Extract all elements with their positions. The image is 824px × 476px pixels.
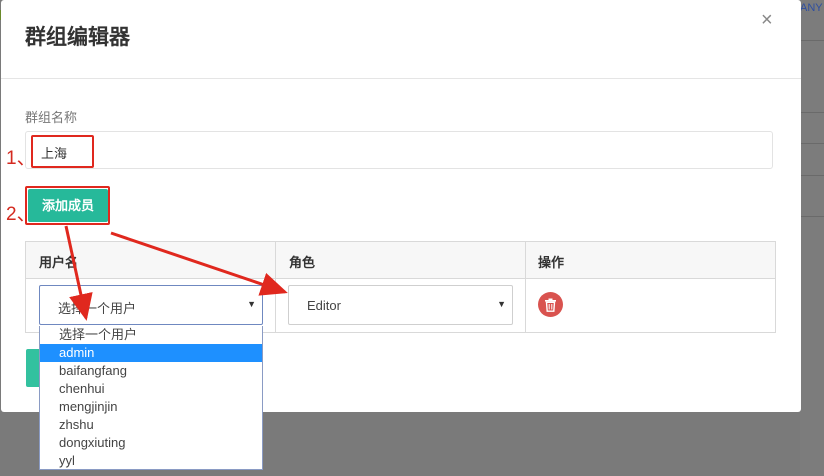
annotation-arrow bbox=[64, 225, 93, 321]
annotation-arrow bbox=[110, 231, 288, 296]
annotation-arrows bbox=[64, 225, 288, 321]
